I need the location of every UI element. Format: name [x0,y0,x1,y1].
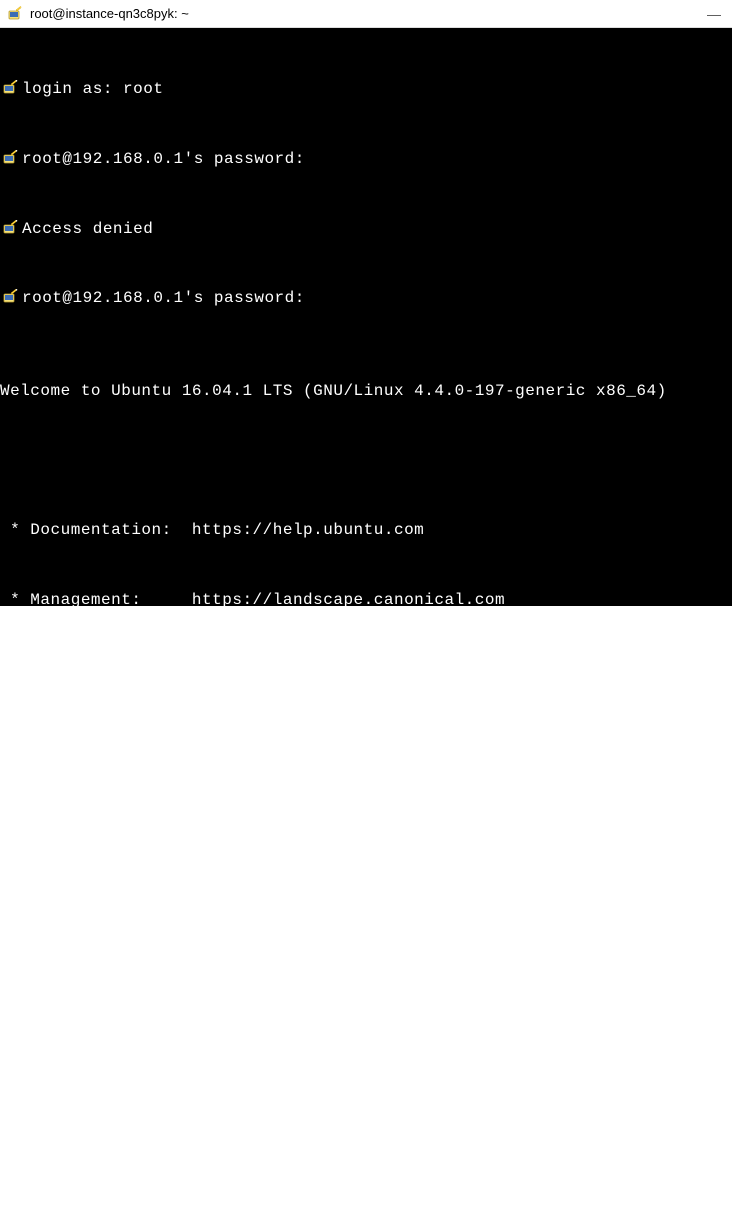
window-controls: — [704,4,724,24]
motd-management: * Management: https://landscape.canonica… [0,589,505,612]
window-titlebar: root@instance-qn3c8pyk: ~ — [0,0,732,28]
putty-icon [0,218,22,236]
password-prompt: root@192.168.0.1's password: [22,287,305,310]
motd-support: * Support: https://ubuntu.com/advantage [0,658,475,681]
login-prompt: login as: root [22,78,163,101]
window-title: root@instance-qn3c8pyk: ~ [30,6,704,21]
minimize-button[interactable]: — [704,4,724,24]
motd-cloud-url: http://www.ubuntu.com/business/services/… [0,867,495,890]
motd-welcome: Welcome to Ubuntu 16.04.1 LTS (GNU/Linux… [0,380,667,403]
motd-documentation: * Documentation: https://help.ubuntu.com [0,519,424,542]
putty-icon [0,287,22,305]
motd-packages: 244 packages can be updated. [0,1006,283,1029]
putty-icon [0,78,22,96]
terminal-output[interactable]: login as: root root@192.168.0.1's passwo… [0,28,732,606]
putty-icon [0,148,22,166]
putty-icon [8,6,24,22]
motd-security-updates: 162 updates are security updates. [0,1075,333,1098]
password-prompt: root@192.168.0.1's password: [22,148,305,171]
access-denied: Access denied [22,218,153,241]
motd-cloud-header: Get cloud support with Ubuntu Advantage … [0,797,545,820]
